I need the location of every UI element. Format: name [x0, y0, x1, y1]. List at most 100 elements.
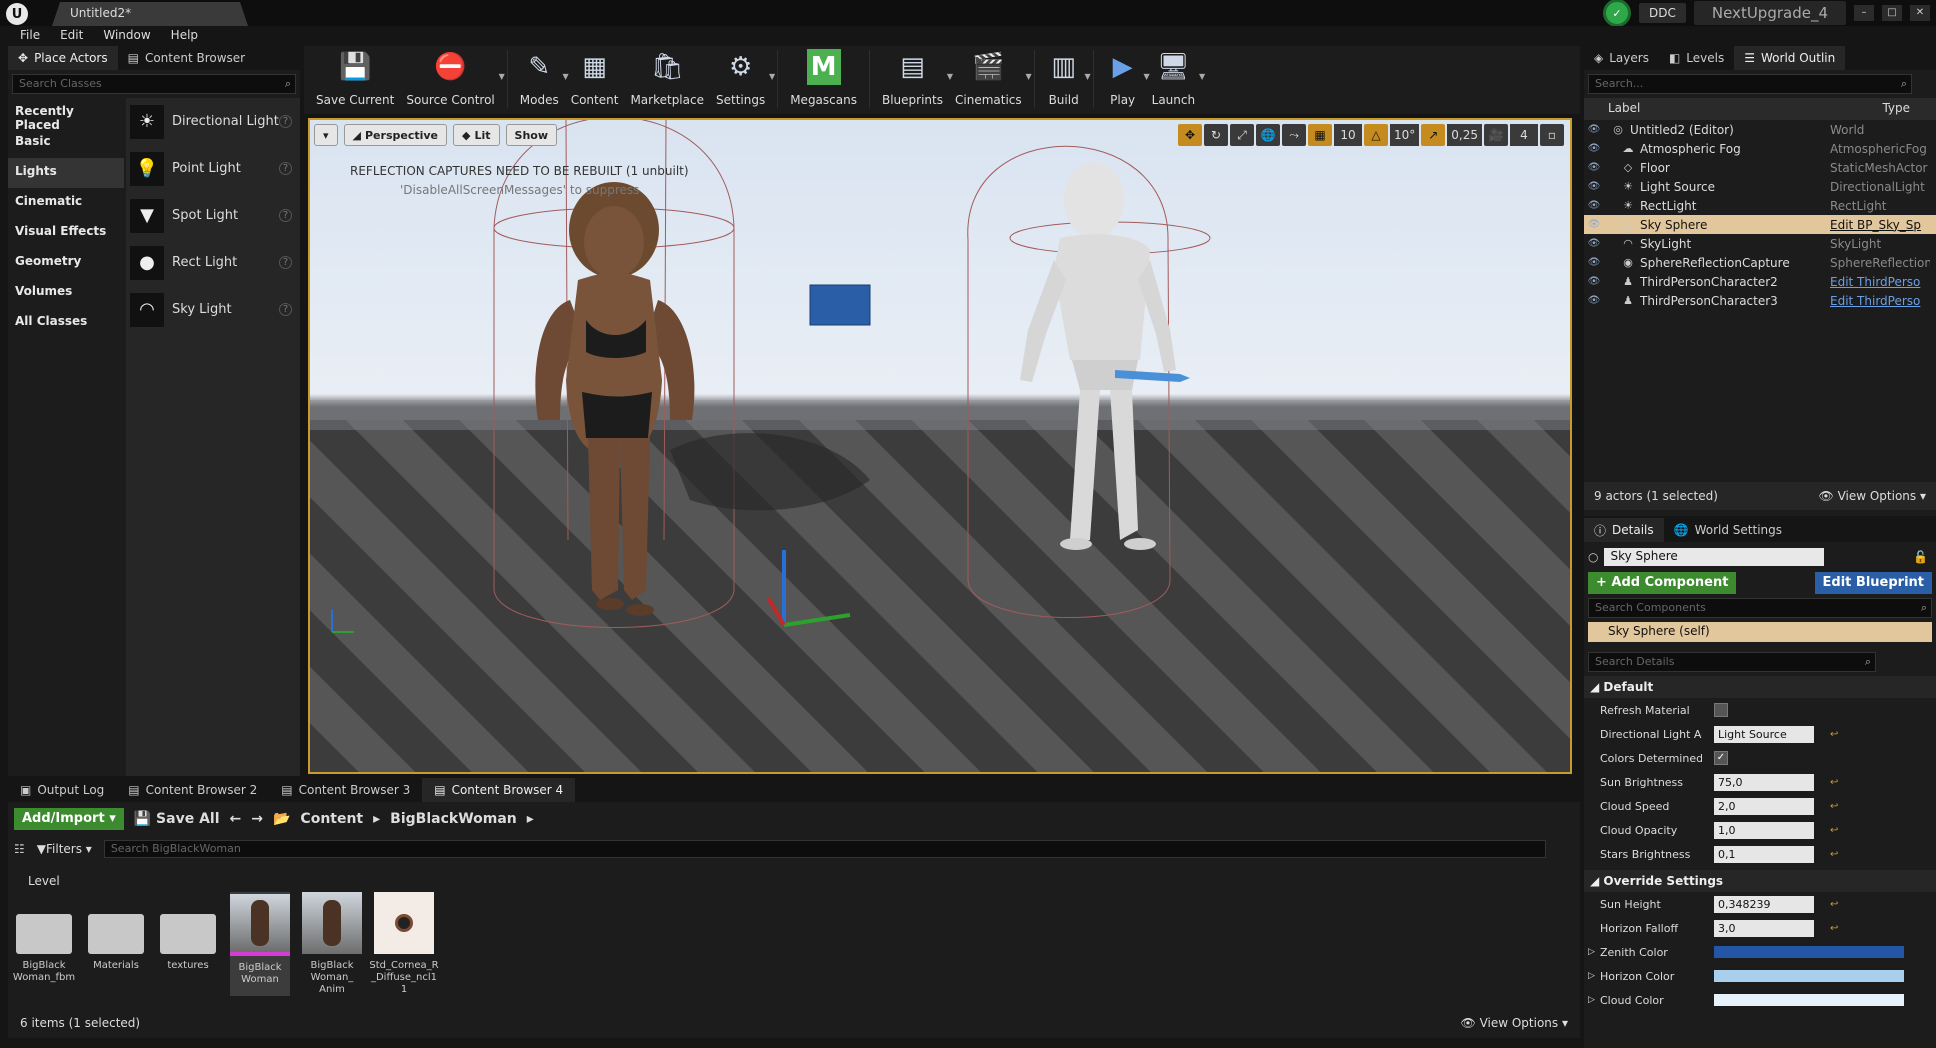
outliner-row[interactable]: 👁 ♟ ThirdPersonCharacter2 Edit ThirdPerso	[1584, 272, 1936, 291]
edit-blueprint-button[interactable]: Edit Blueprint	[1814, 572, 1932, 594]
breadcrumb-folder[interactable]: BigBlackWoman	[390, 811, 517, 827]
color-swatch[interactable]	[1714, 946, 1904, 958]
category-lights[interactable]: Lights	[8, 158, 124, 188]
visibility-eye-icon[interactable]: 👁	[1584, 257, 1604, 268]
outliner-row[interactable]: 👁 ◉ SphereReflectionCapture SphereReflectio…	[1584, 253, 1936, 272]
tab-content-browser-2[interactable]: ▤ Content Browser 2	[116, 778, 269, 802]
property-number-input[interactable]: 3,0	[1714, 919, 1814, 937]
category-cinematic[interactable]: Cinematic	[8, 188, 124, 218]
edit-blueprint-link[interactable]: Edit ThirdPerso	[1830, 275, 1930, 289]
outliner-row[interactable]: 👁 ☁ Atmospheric Fog AtmosphericFog	[1584, 139, 1936, 158]
outliner-row[interactable]: 👁 ○ Sky Sphere Edit BP_Sky_Sp	[1584, 215, 1936, 234]
rotate-icon[interactable]: ↻	[1204, 124, 1228, 146]
category-recently-placed[interactable]: Recently Placed	[8, 98, 124, 132]
document-tab[interactable]: Untitled2*	[52, 2, 248, 26]
category-geometry[interactable]: Geometry	[8, 248, 124, 278]
build-button[interactable]: ▥ Build ▼	[1041, 46, 1091, 107]
help-icon[interactable]: ?	[279, 303, 292, 316]
tab-layers[interactable]: ◈ Layers	[1584, 46, 1659, 70]
view-options-button[interactable]: 👁 View Options ▾	[1819, 489, 1927, 503]
category-all-classes[interactable]: All Classes	[8, 308, 124, 338]
visibility-eye-icon[interactable]: 👁	[1584, 276, 1604, 287]
asset-tile[interactable]: Std_Cornea_R _Diffuse_ncl1 1	[369, 892, 439, 996]
dropdown-arrow-icon[interactable]: ▼	[1084, 72, 1090, 81]
reset-arrow-icon[interactable]: ↩	[1830, 825, 1838, 836]
menu-help[interactable]: Help	[161, 26, 208, 46]
breadcrumb-content[interactable]: Content	[300, 811, 363, 827]
asset-tile[interactable]: BigBlack Woman_ Anim	[302, 892, 362, 996]
level-filter-chip[interactable]: Level	[28, 874, 60, 888]
woman-character[interactable]	[535, 182, 695, 616]
filters-button[interactable]: ▼Filters ▾	[31, 840, 98, 858]
asset-tile[interactable]: textures	[158, 892, 218, 996]
forward-icon[interactable]: →	[251, 811, 263, 827]
category-volumes[interactable]: Volumes	[8, 278, 124, 308]
grid-snap-icon[interactable]: ▦	[1308, 124, 1332, 146]
show-button[interactable]: Show	[505, 124, 558, 146]
reset-arrow-icon[interactable]: ↩	[1830, 729, 1838, 740]
reset-arrow-icon[interactable]: ↩	[1830, 923, 1838, 934]
menu-window[interactable]: Window	[93, 26, 160, 46]
tab-world-outliner[interactable]: ☰ World Outlin	[1734, 46, 1846, 70]
outliner-row[interactable]: 👁 ♟ ThirdPersonCharacter3 Edit ThirdPerso	[1584, 291, 1936, 310]
edit-blueprint-link[interactable]: Edit BP_Sky_Sp	[1830, 218, 1930, 232]
visibility-eye-icon[interactable]: 👁	[1584, 162, 1604, 173]
outliner-search-input[interactable]: Search... ⌕	[1588, 74, 1912, 94]
actor-item[interactable]: ▼ Spot Light?	[126, 192, 300, 239]
actor-item[interactable]: ☀ Directional Light?	[126, 98, 300, 145]
asset-tile[interactable]: Materials	[86, 892, 146, 996]
actor-item[interactable]: ◠ Sky Light?	[126, 286, 300, 333]
grid-snap-value[interactable]: 10	[1334, 124, 1362, 146]
tab-output-log[interactable]: ▣ Output Log	[8, 778, 116, 802]
property-checkbox[interactable]	[1714, 703, 1728, 717]
tab-content-browser[interactable]: ▤ Content Browser	[118, 46, 256, 70]
scale-snap-icon[interactable]: ↗	[1421, 124, 1446, 146]
visibility-eye-icon[interactable]: 👁	[1584, 124, 1604, 135]
outliner-row[interactable]: 👁 ◠ SkyLight SkyLight	[1584, 234, 1936, 253]
search-classes-input[interactable]: Search Classes ⌕	[12, 74, 296, 94]
outliner-row[interactable]: 👁 ◎ Untitled2 (Editor) World	[1584, 120, 1936, 139]
tab-levels[interactable]: ◧ Levels	[1659, 46, 1734, 70]
color-swatch[interactable]	[1714, 970, 1904, 982]
rotation-snap-icon[interactable]: △	[1364, 124, 1388, 146]
property-number-input[interactable]: 1,0	[1714, 821, 1814, 839]
edit-blueprint-link[interactable]: Edit ThirdPerso	[1830, 294, 1930, 308]
marketplace-button[interactable]: 🛍 Marketplace	[624, 46, 710, 107]
section-override[interactable]: ◢ Override Settings	[1584, 870, 1936, 892]
save-all-button[interactable]: 💾 Save All	[134, 811, 220, 827]
surface-snap-icon[interactable]: ⤳	[1282, 124, 1306, 146]
maximize-viewport-icon[interactable]: ▫	[1540, 124, 1564, 146]
dropdown-arrow-icon[interactable]: ▼	[1025, 72, 1031, 81]
column-type[interactable]: Type	[1882, 101, 1910, 117]
tab-place-actors[interactable]: ✥ Place Actors	[8, 46, 118, 70]
actor-item[interactable]: 💡 Point Light?	[126, 145, 300, 192]
modes-button[interactable]: ✎ Modes ▼	[514, 46, 569, 107]
dropdown-arrow-icon[interactable]: ▼	[1199, 72, 1205, 81]
cinematics-button[interactable]: 🎬 Cinematics ▼	[949, 46, 1032, 107]
add-component-button[interactable]: + Add Component	[1588, 572, 1737, 594]
color-swatch[interactable]	[1714, 994, 1904, 1006]
expand-arrow-icon[interactable]: ▷	[1588, 947, 1595, 957]
ddc-button[interactable]: DDC	[1639, 3, 1686, 23]
mannequin-character[interactable]	[1020, 162, 1190, 550]
tab-world-settings[interactable]: 🌐 World Settings	[1664, 518, 1792, 542]
help-icon[interactable]: ?	[279, 209, 292, 222]
minimize-icon[interactable]: –	[1854, 5, 1874, 21]
outliner-row[interactable]: 👁 ◇ Floor StaticMeshActor	[1584, 158, 1936, 177]
settings-button[interactable]: ⚙ Settings ▼	[710, 46, 775, 107]
visibility-eye-icon[interactable]: 👁	[1584, 181, 1604, 192]
lit-button[interactable]: ◆ Lit	[453, 124, 500, 146]
maximize-icon[interactable]: □	[1882, 5, 1902, 21]
save-current-button[interactable]: 💾 Save Current	[310, 46, 400, 107]
visibility-eye-icon[interactable]: 👁	[1584, 200, 1604, 211]
tab-content-browser-4[interactable]: ▤ Content Browser 4	[422, 778, 576, 802]
reset-arrow-icon[interactable]: ↩	[1830, 899, 1838, 910]
menu-edit[interactable]: Edit	[50, 26, 93, 46]
back-icon[interactable]: ←	[230, 811, 242, 827]
sources-toggle-icon[interactable]: ☷	[14, 842, 25, 856]
search-details-input[interactable]: Search Details ⌕	[1588, 652, 1876, 672]
category-visual-effects[interactable]: Visual Effects	[8, 218, 124, 248]
property-number-input[interactable]: 0,348239	[1714, 895, 1814, 913]
property-number-input[interactable]: 0,1	[1714, 845, 1814, 863]
rotation-snap-value[interactable]: 10°	[1390, 124, 1420, 146]
